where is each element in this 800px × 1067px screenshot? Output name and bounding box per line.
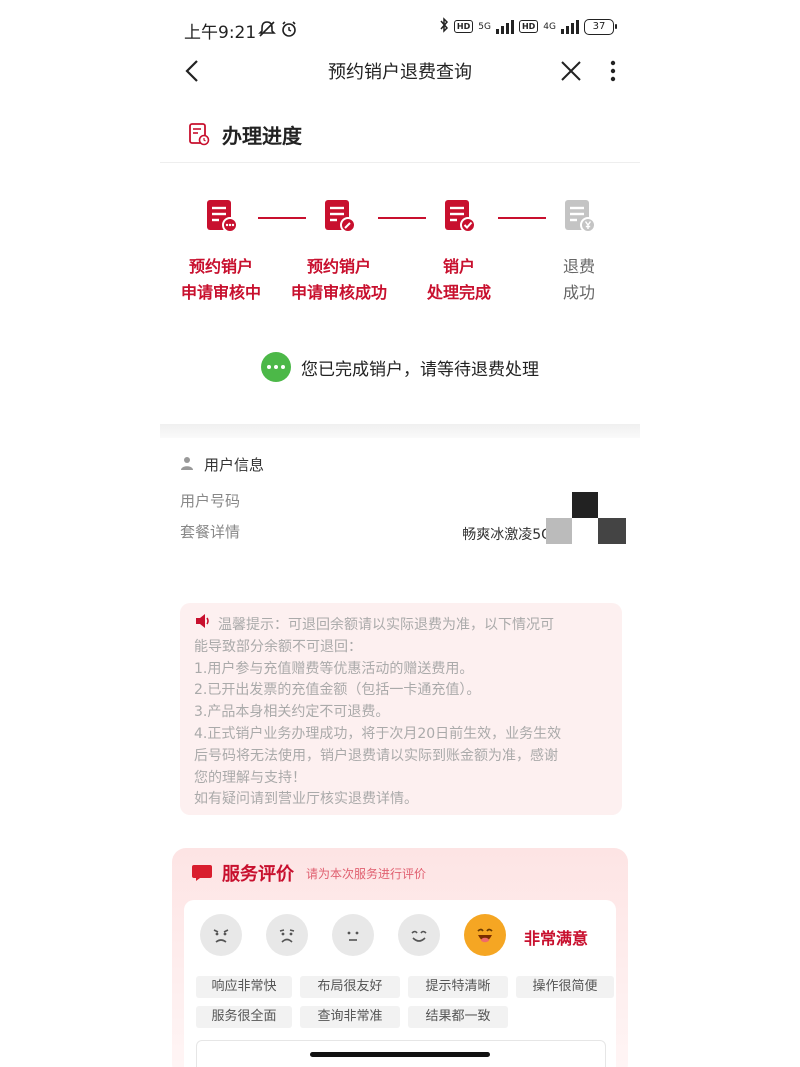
status-message-text: 您已完成销户，请等待退费处理 <box>301 359 539 380</box>
step-4: 退费 成功 <box>524 196 634 306</box>
smile-face-icon[interactable] <box>398 914 440 956</box>
user-info-section: 用户信息 用户号码 套餐详情 畅爽冰激凌5G套餐 <box>160 444 640 564</box>
tips-line-6: 4.正式销户业务办理成功，将于次月20日前生效，业务生效 <box>194 725 562 742</box>
hd-badge-2: HD <box>518 20 539 33</box>
bluetooth-icon <box>439 17 449 36</box>
service-evaluation: 服务评价 请为本次服务进行评价 非常满意 响应非常快 布局很友好 提示特清晰 操… <box>172 848 628 1067</box>
tag-fast-response[interactable]: 响应非常快 <box>196 976 292 998</box>
network-type-5g: 5G <box>478 21 491 32</box>
step-4-line1: 退费 <box>562 257 595 276</box>
evaluation-header: 服务评价 请为本次服务进行评价 <box>192 860 426 886</box>
step-4-label: 退费 成功 <box>524 254 634 306</box>
progress-steps: 预约销户 申请审核中 预约销户 申请审核成功 销户 处理完成 退费 成功 <box>160 196 640 316</box>
document-yen-icon <box>559 196 599 236</box>
tips-line-9: 如有疑问请到营业厅核实退费详情。 <box>194 791 418 808</box>
tips-line-4: 2.已开出发票的充值金额（包括一卡通充值）。 <box>194 682 481 699</box>
status-time: 上午9:21 <box>184 23 257 43</box>
network-type-4g: 4G <box>543 21 556 32</box>
tips-line-7: 后号码将无法使用，销户退费请以实际到账金额为准，感谢 <box>194 747 558 764</box>
battery-icon: 37 <box>584 18 617 35</box>
neutral-face-icon[interactable] <box>332 914 374 956</box>
evaluation-card: 非常满意 响应非常快 布局很友好 提示特清晰 操作很简便 服务很全面 查询非常准… <box>184 900 616 1067</box>
step-3-label: 销户 处理完成 <box>404 254 514 306</box>
phone-number-label: 用户号码 <box>180 492 241 510</box>
tips-line-3: 1.用户参与充值赠费等优惠活动的赠送费用。 <box>194 660 474 677</box>
progress-header: 办理进度 <box>160 112 640 163</box>
document-edit-icon <box>319 196 359 236</box>
user-info-title: 用户信息 <box>204 456 265 474</box>
signal-icon-2 <box>561 19 579 34</box>
document-check-icon <box>439 196 479 236</box>
evaluation-title: 服务评价 <box>222 864 294 885</box>
status-indicators: HD 5G HD 4G 37 <box>439 17 617 36</box>
progress-title: 办理进度 <box>222 124 302 148</box>
tag-clear-prompt[interactable]: 提示特清晰 <box>408 976 508 998</box>
package-label: 套餐详情 <box>180 523 241 541</box>
rating-label: 非常满意 <box>524 929 589 948</box>
hd-badge: HD <box>453 20 474 33</box>
step-4-line2: 成功 <box>562 283 595 302</box>
user-icon <box>180 456 194 474</box>
tips-line-5: 3.产品本身相关约定不可退费。 <box>194 704 390 721</box>
progress-doc-icon <box>188 122 210 146</box>
tips-line-8: 您的理解与支持！ <box>194 769 306 786</box>
step-2-line2: 申请审核成功 <box>290 283 387 302</box>
phone-screen: 上午9:21 HD 5G HD 4G 37 预约销户退费查询 办理进度 预约销户… <box>160 0 640 1067</box>
close-icon[interactable] <box>558 58 584 84</box>
tips-box: 温馨提示：可退回余额请以实际退费为准，以下情况可 能导致部分余额不可退回： 1.… <box>180 603 622 815</box>
tag-easy-operation[interactable]: 操作很简便 <box>516 976 614 998</box>
step-1-label: 预约销户 申请审核中 <box>166 254 276 306</box>
mute-icon <box>258 20 276 38</box>
tag-consistent-result[interactable]: 结果都一致 <box>408 1006 508 1028</box>
redaction-mosaic <box>598 518 626 544</box>
step-3-line2: 处理完成 <box>426 283 491 302</box>
step-1-line1: 预约销户 <box>188 257 253 276</box>
section-divider <box>160 424 640 438</box>
message-flag-icon <box>192 865 212 881</box>
step-3: 销户 处理完成 <box>404 196 514 306</box>
step-2: 预约销户 申请审核成功 <box>284 196 394 306</box>
redaction-mosaic <box>572 518 598 544</box>
signal-icon <box>495 19 514 34</box>
tips-text-1: 温馨提示：可退回余额请以实际退费为准，以下情况可 <box>218 616 554 633</box>
step-1-line2: 申请审核中 <box>180 283 261 302</box>
speaker-icon <box>194 613 212 637</box>
tips-line-1: 温馨提示：可退回余额请以实际退费为准，以下情况可 <box>194 613 608 637</box>
step-2-line1: 预约销户 <box>306 257 371 276</box>
tag-accurate-query[interactable]: 查询非常准 <box>300 1006 400 1028</box>
user-info-header: 用户信息 <box>180 454 264 475</box>
redaction-mosaic <box>572 492 598 518</box>
home-indicator[interactable] <box>310 1052 490 1057</box>
tag-comprehensive-service[interactable]: 服务很全面 <box>196 1006 292 1028</box>
redaction-mosaic <box>546 518 572 544</box>
more-icon[interactable] <box>604 56 622 86</box>
evaluation-subtitle: 请为本次服务进行评价 <box>306 866 427 881</box>
alarm-icon <box>280 20 298 38</box>
battery-level: 37 <box>592 21 606 32</box>
sad-face-icon[interactable] <box>266 914 308 956</box>
happy-face-icon[interactable] <box>464 914 506 956</box>
status-message: 您已完成销户，请等待退费处理 <box>160 352 640 382</box>
step-2-label: 预约销户 申请审核成功 <box>284 254 394 306</box>
step-1: 预约销户 申请审核中 <box>166 196 276 306</box>
angry-face-icon[interactable] <box>200 914 242 956</box>
chat-bubble-icon <box>261 352 291 382</box>
document-more-icon <box>201 196 241 236</box>
step-3-line1: 销户 <box>442 257 475 276</box>
tips-line-2: 能导致部分余额不可退回： <box>194 638 362 655</box>
nav-bar: 预约销户退费查询 <box>160 48 640 94</box>
tag-friendly-layout[interactable]: 布局很友好 <box>300 976 400 998</box>
